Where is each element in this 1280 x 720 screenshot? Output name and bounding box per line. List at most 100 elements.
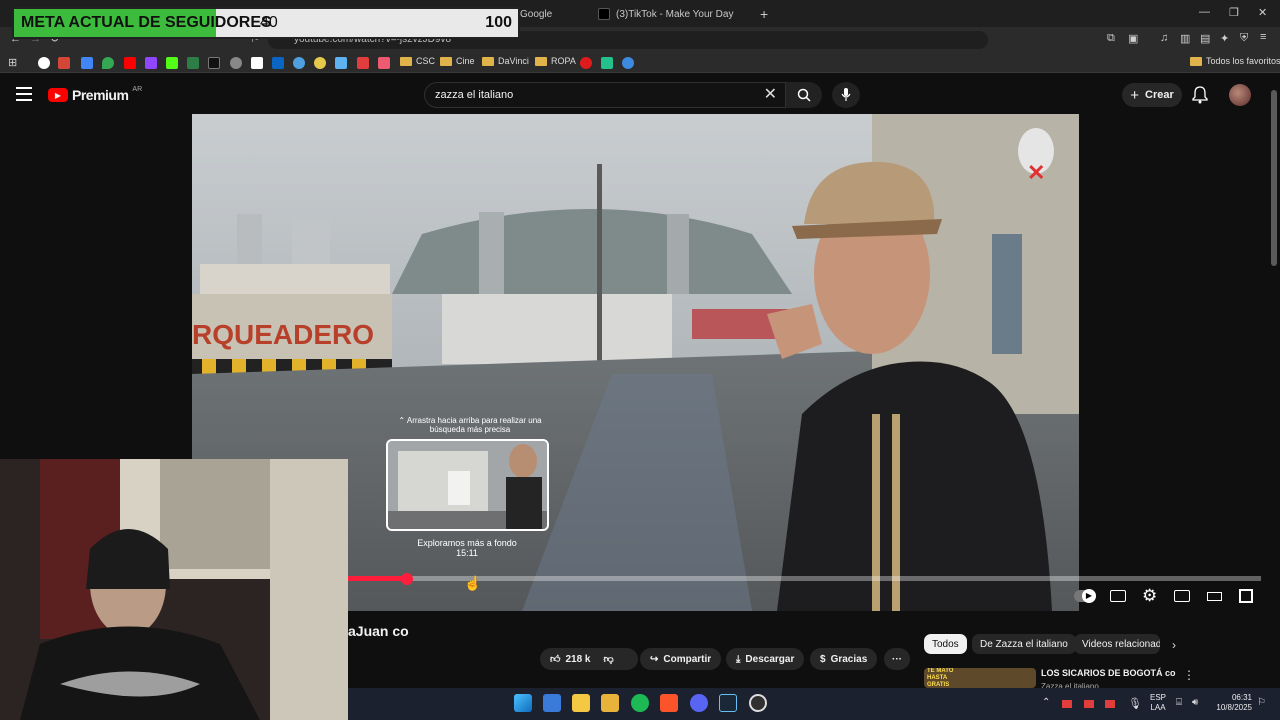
input-language[interactable]: ESP LAA bbox=[1150, 693, 1166, 713]
calendar-icon[interactable] bbox=[81, 57, 93, 69]
svg-text:RQUEADERO: RQUEADERO bbox=[192, 319, 374, 350]
new-tab-button[interactable]: + bbox=[760, 4, 768, 24]
dislike-icon[interactable]: 👎︎ bbox=[603, 653, 613, 665]
notification-center-icon[interactable]: ⚐ bbox=[1257, 697, 1266, 708]
bookmark-folder-ropa[interactable]: ROPA bbox=[535, 56, 576, 66]
page-scrollbar[interactable] bbox=[1271, 90, 1277, 266]
folder-icon bbox=[400, 56, 412, 66]
network-icon[interactable]: ⌸ bbox=[1176, 697, 1182, 708]
tray-app-icon[interactable] bbox=[1084, 700, 1094, 708]
steam-icon[interactable] bbox=[719, 694, 737, 712]
search-button[interactable] bbox=[786, 82, 822, 108]
like-icon[interactable]: 👍︎ bbox=[550, 653, 560, 665]
guide-menu-icon[interactable] bbox=[16, 87, 32, 101]
clock[interactable]: 06:31 10/8/2025 bbox=[1212, 693, 1252, 713]
chip-related[interactable]: Videos relacionad bbox=[1074, 634, 1160, 654]
amazon-icon[interactable] bbox=[251, 57, 263, 69]
progress-bar[interactable] bbox=[348, 576, 1261, 581]
search-input[interactable]: zazza el italiano ✕ bbox=[424, 82, 786, 108]
google-icon[interactable] bbox=[38, 57, 50, 69]
maps-icon[interactable] bbox=[102, 57, 114, 69]
bookmark-app-icon[interactable] bbox=[622, 57, 634, 69]
folder-icon bbox=[1190, 56, 1202, 66]
youtube-icon[interactable] bbox=[124, 57, 136, 69]
all-bookmarks-folder[interactable]: Todos los favoritos bbox=[1190, 56, 1280, 66]
share-icon: ↪ bbox=[650, 653, 659, 665]
tray-app-icon[interactable] bbox=[1062, 700, 1072, 708]
linkedin-icon[interactable] bbox=[272, 57, 284, 69]
settings-gear-icon[interactable]: ⚙ bbox=[1142, 586, 1157, 606]
close-window-button[interactable]: ✕ bbox=[1258, 6, 1267, 19]
autoplay-toggle[interactable]: ▶ bbox=[1074, 589, 1096, 603]
maximize-button[interactable]: ❐ bbox=[1229, 6, 1239, 19]
notifications-bell-icon[interactable] bbox=[1192, 86, 1208, 109]
download-button[interactable]: ⤓ Descargar bbox=[726, 648, 805, 670]
tray-app-icon[interactable] bbox=[1105, 700, 1115, 708]
tray-chevron-up-icon[interactable]: ⌃ bbox=[1042, 697, 1050, 708]
twitch-icon[interactable] bbox=[145, 57, 157, 69]
folder-icon bbox=[535, 56, 547, 66]
follower-goal-current: 40 bbox=[260, 14, 278, 31]
sticky-notes-icon[interactable] bbox=[572, 694, 590, 712]
clear-search-icon[interactable]: ✕ bbox=[764, 83, 777, 107]
subtitles-icon[interactable] bbox=[1110, 590, 1126, 602]
kick-icon[interactable] bbox=[166, 57, 178, 69]
recommendation-thumbnail[interactable]: TE MATO HASTA GRATIS bbox=[924, 668, 1036, 688]
file-explorer-icon[interactable] bbox=[601, 694, 619, 712]
gmail-icon[interactable] bbox=[58, 57, 70, 69]
bookmark-app-icon[interactable] bbox=[314, 57, 326, 69]
tab-tiktok[interactable]: (3)TikTok - Make Your Day bbox=[598, 4, 733, 24]
windows-start-icon[interactable] bbox=[514, 694, 532, 712]
tray-microphone-icon[interactable]: 🎙︎ bbox=[1128, 697, 1142, 710]
bookmark-app-icon[interactable] bbox=[187, 57, 199, 69]
theater-mode-icon[interactable] bbox=[1207, 592, 1222, 601]
extensions-icon[interactable]: ⧉ bbox=[1107, 32, 1115, 45]
menu-icon[interactable]: ≡ bbox=[1260, 31, 1266, 43]
brave-browser-icon[interactable] bbox=[660, 694, 678, 712]
chevron-right-icon[interactable]: › bbox=[1172, 638, 1176, 652]
obs-icon[interactable] bbox=[749, 694, 767, 712]
bookmark-app-icon[interactable] bbox=[601, 57, 613, 69]
bookmark-app-icon[interactable] bbox=[357, 57, 369, 69]
fullscreen-icon[interactable] bbox=[1239, 589, 1253, 603]
like-count[interactable]: 218 k bbox=[565, 654, 590, 665]
bookmark-app-icon[interactable] bbox=[378, 57, 390, 69]
chapter-title: Exploramos más a fondo bbox=[417, 538, 517, 548]
youtube-premium-logo[interactable]: ▶ Premium AR bbox=[48, 86, 142, 103]
sidebar-icon[interactable]: ▥ bbox=[1180, 32, 1190, 45]
voice-search-button[interactable] bbox=[832, 82, 860, 108]
create-button[interactable]: + Crear bbox=[1122, 83, 1182, 107]
miniplayer-icon[interactable] bbox=[1174, 590, 1190, 602]
vpn-icon[interactable]: ⛨ bbox=[1240, 32, 1248, 45]
account-avatar[interactable] bbox=[1229, 84, 1251, 106]
bookmark-app-icon[interactable] bbox=[293, 57, 305, 69]
chip-channel[interactable]: De Zazza el italiano bbox=[972, 634, 1076, 654]
thanks-button[interactable]: $ Gracias bbox=[810, 648, 878, 670]
screenshot-icon[interactable]: ▣ bbox=[1128, 32, 1138, 45]
discord-icon[interactable] bbox=[690, 694, 708, 712]
recommendation-more-icon[interactable]: ⋮ bbox=[1183, 668, 1195, 682]
bookmark-app-icon[interactable] bbox=[335, 57, 347, 69]
chip-all[interactable]: Todos bbox=[924, 634, 967, 654]
bookmarks-bar: ⊞ CSC Cine DaVinci ROPA Todos los favori… bbox=[0, 53, 1280, 73]
tiktok-icon[interactable] bbox=[208, 57, 220, 69]
bookmark-app-icon[interactable] bbox=[580, 57, 592, 69]
minimize-button[interactable]: — bbox=[1199, 6, 1210, 18]
media-icon[interactable]: ♫ bbox=[1160, 32, 1168, 44]
more-actions-button[interactable]: ··· bbox=[884, 648, 910, 670]
spotify-icon[interactable] bbox=[631, 694, 649, 712]
bookmark-folder-cine[interactable]: Cine bbox=[440, 56, 475, 66]
progress-scrubber[interactable] bbox=[401, 573, 413, 585]
volume-icon[interactable]: 🔊︎ bbox=[1192, 697, 1198, 708]
recommendation-title[interactable]: LOS SICARIOS DE BOGOTÁ co bbox=[1041, 668, 1176, 678]
youtube-play-icon: ▶ bbox=[48, 88, 68, 102]
wallet-icon[interactable]: ▤ bbox=[1200, 32, 1210, 45]
leo-icon[interactable]: ✦ bbox=[1220, 32, 1229, 45]
photos-icon[interactable] bbox=[543, 694, 561, 712]
share-button[interactable]: ↪ Compartir bbox=[640, 648, 722, 670]
tab-google[interactable]: Google bbox=[520, 4, 552, 24]
bookmark-folder-csc[interactable]: CSC bbox=[400, 56, 435, 66]
apps-grid-icon[interactable]: ⊞ bbox=[8, 56, 17, 69]
bookmark-folder-davinci[interactable]: DaVinci bbox=[482, 56, 529, 66]
chatgpt-icon[interactable] bbox=[230, 57, 242, 69]
